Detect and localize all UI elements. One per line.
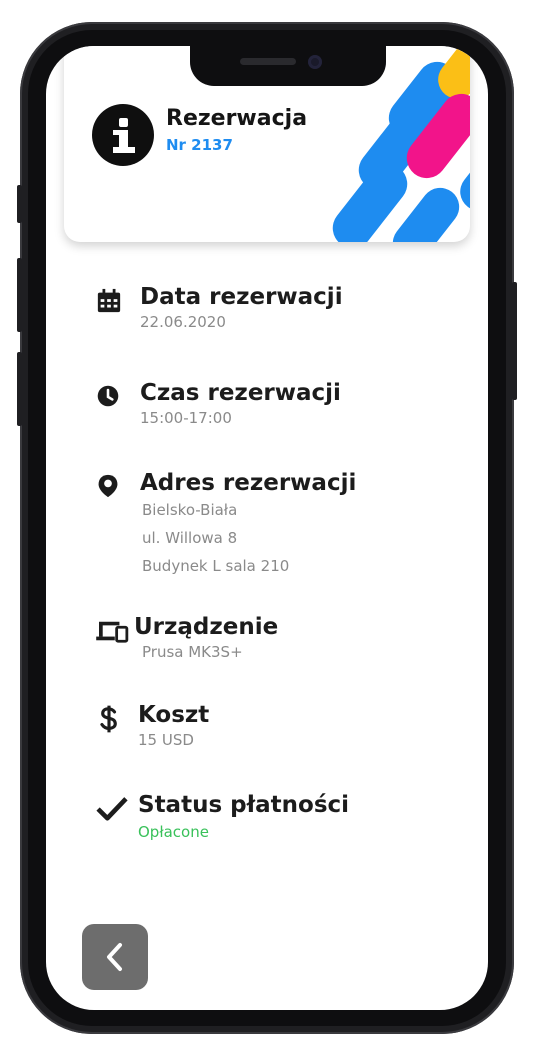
- time-value: 15:00-17:00: [140, 409, 232, 427]
- side-button-left-1: [17, 185, 22, 223]
- address-line-1: Bielsko-Biała: [142, 501, 238, 519]
- date-value: 22.06.2020: [140, 313, 226, 331]
- screen: Rezerwacja Nr 2137 Data rezerwacji 22.06…: [46, 46, 488, 1010]
- reservation-title: Rezerwacja: [166, 106, 308, 131]
- payment-label: Status płatności: [138, 792, 350, 818]
- map-pin-icon: [98, 474, 118, 498]
- chevron-left-icon: [107, 943, 122, 971]
- back-button[interactable]: [82, 924, 148, 990]
- info-icon: [92, 104, 154, 166]
- checkmark-icon: [96, 797, 128, 821]
- side-button-left-2: [17, 258, 22, 332]
- side-button-right: [512, 282, 517, 400]
- devices-icon: [96, 621, 129, 643]
- payment-status: Opłacone: [138, 823, 209, 841]
- address-line-2: ul. Willowa 8: [142, 529, 238, 547]
- calendar-icon: [97, 288, 121, 313]
- date-label: Data rezerwacji: [140, 284, 343, 310]
- side-button-left-3: [17, 352, 22, 426]
- time-label: Czas rezerwacji: [140, 380, 341, 406]
- cost-value: 15 USD: [138, 731, 194, 749]
- clock-icon: [97, 385, 119, 407]
- speaker: [240, 58, 296, 65]
- address-line-3: Budynek L sala 210: [142, 557, 290, 575]
- cost-label: Koszt: [138, 702, 210, 728]
- device-label: Urządzenie: [134, 614, 279, 640]
- address-label: Adres rezerwacji: [140, 470, 357, 496]
- front-camera: [308, 55, 322, 69]
- device-value: Prusa MK3S+: [142, 643, 243, 661]
- reservation-number: Nr 2137: [166, 136, 233, 154]
- dollar-icon: [100, 705, 117, 733]
